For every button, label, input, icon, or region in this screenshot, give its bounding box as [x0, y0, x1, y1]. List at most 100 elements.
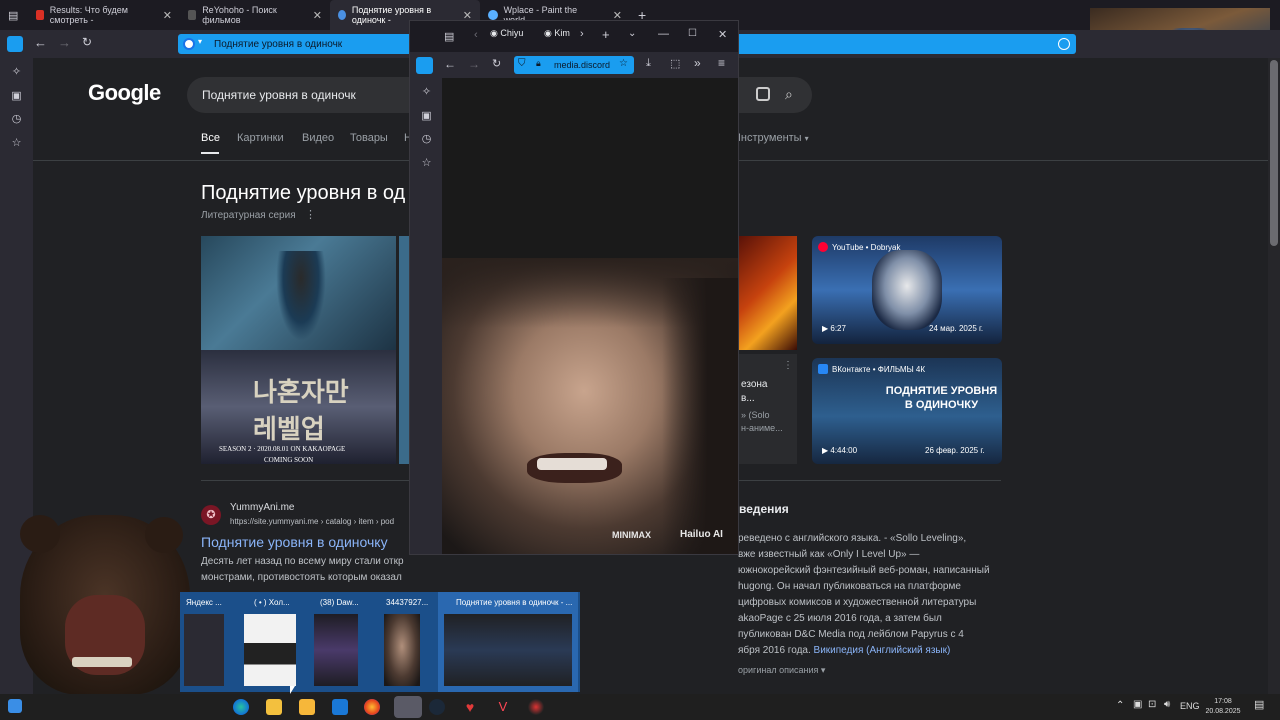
tab-images[interactable]: Картинки — [237, 132, 284, 144]
bookmarks-icon[interactable]: ☆ — [420, 157, 433, 170]
more-options-icon[interactable]: ⋮ — [305, 208, 316, 221]
scrollbar-thumb[interactable] — [1270, 60, 1278, 246]
menu-icon[interactable]: ≡ — [718, 56, 725, 70]
address-text: Поднятие уровня в одиночк — [214, 38, 343, 50]
bookmarks-icon[interactable]: ☆ — [10, 137, 23, 150]
result-title-link[interactable]: Поднятие уровня в одиночку — [201, 534, 388, 550]
tab-all-underline — [201, 152, 219, 154]
image-tile-poster[interactable]: 나혼자만 레벨업 SEASON 2 · 2020.08.01 ON KAKAOPA… — [201, 350, 396, 464]
reload-icon[interactable]: ↻ — [492, 57, 501, 70]
network-icon[interactable]: ⊡ — [1148, 699, 1156, 710]
back-icon[interactable]: ← — [34, 35, 47, 50]
discord-icon[interactable] — [394, 696, 422, 718]
start-icon[interactable] — [8, 699, 22, 713]
tab-scroll-right-icon[interactable]: › — [580, 28, 584, 40]
synced-tabs-icon[interactable]: ▣ — [10, 90, 23, 103]
valorant-icon[interactable]: V — [495, 699, 511, 715]
close-icon[interactable]: ✕ — [718, 28, 727, 41]
popup-tab-2[interactable]: ◉ Kim — [544, 28, 570, 39]
store-icon[interactable] — [299, 699, 315, 715]
video-card-youtube[interactable]: YouTube • Dobryak ▶ 6:27 24 мар. 2025 г. — [812, 236, 1002, 344]
minimize-icon[interactable]: — — [658, 28, 669, 40]
poster-korean-title: 나혼자만 레벨업 — [253, 378, 349, 445]
tab-all[interactable]: Все — [201, 132, 220, 144]
close-icon[interactable]: ✕ — [313, 9, 322, 22]
notifications-icon[interactable]: ▤ — [1254, 698, 1264, 711]
panel-title: Поднятие уровня в од — [201, 182, 406, 204]
clock-date: 20.08.2025 — [1205, 708, 1241, 715]
new-tab-button[interactable]: + — [602, 27, 610, 42]
image-tile-partial[interactable] — [399, 236, 409, 464]
github-icon: ◉ — [544, 28, 552, 38]
edge-icon[interactable] — [233, 699, 249, 715]
result-url[interactable]: https://site.yummyani.me › catalog › ite… — [230, 517, 394, 526]
lens-icon[interactable] — [756, 87, 770, 101]
overflow-icon[interactable]: » — [694, 56, 701, 70]
popup-title-bar: ▤ ‹ ◉ Chiyu ◉ Kim › + ⌄ — ☐ ✕ — [410, 21, 738, 52]
chevron-down-icon: ▾ — [198, 37, 203, 46]
thumbnail-item[interactable]: (38) Daw... — [304, 592, 368, 692]
search-input[interactable]: Поднятие уровня в одиночк — [202, 88, 356, 102]
ai-chat-icon[interactable]: ✧ — [420, 86, 433, 99]
forward-icon[interactable]: → — [58, 35, 71, 50]
tab-shopping[interactable]: Товары — [350, 132, 388, 144]
tab-youtube[interactable]: Results: Что будем смотреть - ✕ — [28, 0, 180, 30]
download-icon[interactable]: ⤓ — [646, 57, 651, 70]
thumbnail-item[interactable]: ( • ) Хол... — [238, 592, 302, 692]
heart-app-icon[interactable]: ♥ — [462, 699, 478, 715]
image-tile-fire[interactable] — [739, 236, 797, 350]
thumbnail-preview — [444, 614, 572, 686]
sidebar-toggle-button[interactable] — [416, 57, 433, 74]
duration-text: 4:44:00 — [830, 446, 858, 455]
thumbnail-label: 34437927... — [386, 598, 429, 607]
history-icon[interactable]: ◷ — [420, 133, 433, 146]
video-frame[interactable]: MINIMAX Hailuo AI — [442, 258, 738, 554]
tray-app-icon[interactable]: ▣ — [1133, 699, 1142, 710]
popup-address-bar[interactable]: ⛉ 🔒︎ media.discord ☆ — [514, 56, 634, 74]
tools-button[interactable]: Инструменты ▾ — [733, 132, 809, 144]
star-icon[interactable]: ☆ — [619, 58, 628, 69]
google-logo[interactable]: Google — [88, 80, 161, 106]
tab-list-button[interactable]: ▤ — [0, 0, 28, 30]
extensions-icon[interactable]: ⬚ — [670, 57, 680, 70]
tray-chevron-icon[interactable]: ⌃ — [1116, 700, 1124, 711]
popup-tab-1[interactable]: ◉ Chiyu — [490, 28, 523, 39]
wikipedia-link[interactable]: Википедия (Английский язык) — [814, 645, 951, 656]
sidebar-toggle-button[interactable] — [7, 36, 23, 52]
video-card-vk[interactable]: ВКонтакте • ФИЛЬМЫ 4К ПОДНЯТИЕ УРОВНЯ В … — [812, 358, 1002, 464]
thumbnail-item[interactable]: 34437927... — [370, 592, 434, 692]
file-explorer-icon[interactable] — [266, 699, 282, 715]
steam-icon[interactable] — [429, 699, 445, 715]
firefox-icon[interactable] — [364, 699, 380, 715]
popup-toolbar: ← → ↻ ⛉ 🔒︎ media.discord ☆ ⤓ ⬚ » ≡ — [410, 52, 738, 78]
chevron-down-icon[interactable]: ⌄ — [628, 28, 636, 39]
ai-chat-icon[interactable]: ✧ — [10, 66, 23, 79]
more-options-icon[interactable]: ⋮ — [783, 360, 793, 371]
mouse-cursor — [290, 686, 295, 694]
close-icon[interactable]: ✕ — [163, 9, 172, 22]
thumbnail-item[interactable]: Яндекс ... — [180, 592, 236, 692]
back-icon[interactable]: ← — [444, 57, 456, 71]
partial-result-card[interactable]: езона в... » (Solo н-аниме... ⋮ — [739, 354, 797, 464]
search-icon[interactable]: ⌕ — [785, 86, 793, 103]
language-indicator[interactable]: ENG — [1180, 701, 1200, 711]
tab-scroll-left-icon[interactable]: ‹ — [474, 29, 478, 41]
image-tile-anime[interactable] — [201, 236, 396, 350]
app-icon[interactable] — [528, 699, 544, 715]
thumbnail-item-active[interactable]: Поднятие уровня в одиночк - ... — [438, 592, 578, 692]
outlook-icon[interactable] — [332, 699, 348, 715]
tab-reyohoho[interactable]: ReYohoho - Поиск фильмов ✕ — [180, 0, 330, 30]
tab-videos[interactable]: Видео — [302, 132, 334, 144]
original-description-toggle[interactable]: оригинал описания ▾ — [738, 665, 825, 676]
globe-icon[interactable] — [1058, 38, 1070, 50]
volume-icon[interactable]: 🔊︎ — [1164, 699, 1170, 710]
reload-icon[interactable]: ↻ — [82, 35, 92, 49]
history-icon[interactable]: ◷ — [10, 113, 23, 126]
result-site-name[interactable]: YummyAni.me — [230, 502, 294, 513]
maximize-icon[interactable]: ☐ — [688, 28, 697, 39]
synced-tabs-icon[interactable]: ▣ — [420, 110, 433, 123]
tab-list-icon[interactable]: ▤ — [444, 30, 454, 43]
clock[interactable]: 17:08 20.08.2025 — [1203, 697, 1243, 717]
forward-icon[interactable]: → — [468, 57, 480, 71]
description-line: вже известный как «Only I Level Up» — — [738, 549, 920, 560]
